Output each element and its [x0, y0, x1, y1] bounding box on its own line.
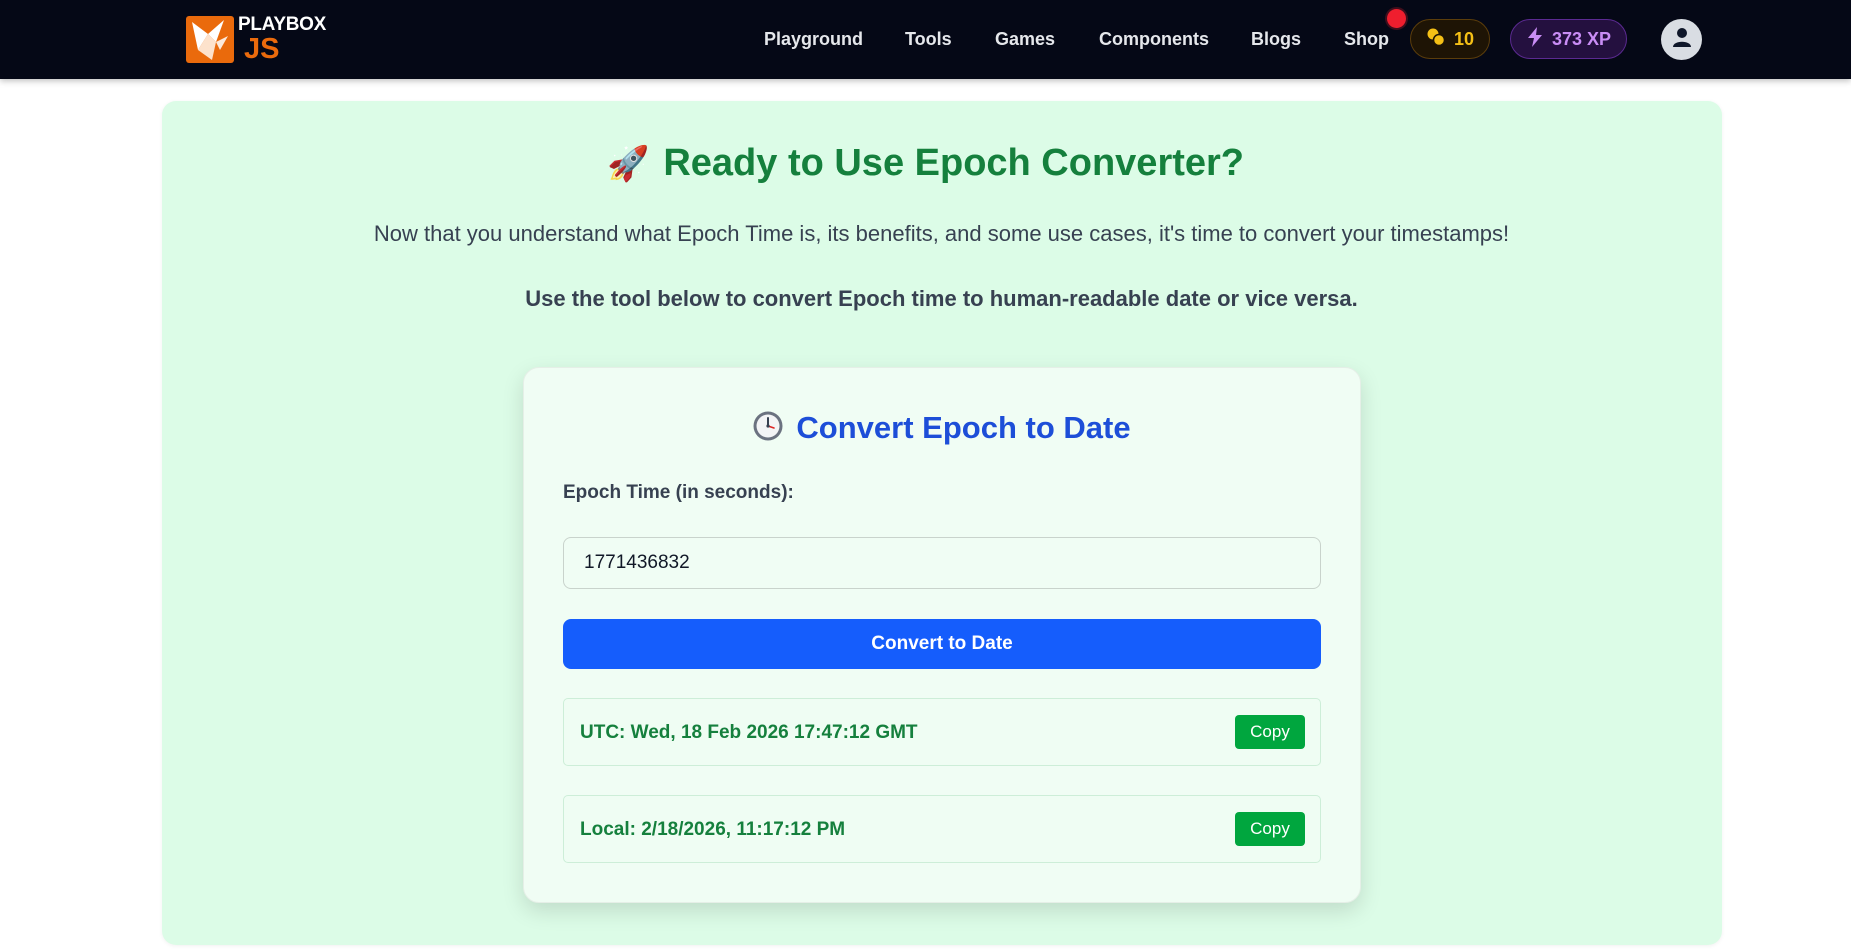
coins-icon	[1426, 27, 1446, 52]
xp-badge[interactable]: 373 XP	[1510, 19, 1627, 59]
copy-utc-button[interactable]: Copy	[1235, 715, 1305, 749]
nav-games[interactable]: Games	[995, 29, 1055, 50]
nav-shop[interactable]: Shop	[1344, 29, 1389, 50]
xp-count: 373 XP	[1551, 28, 1612, 49]
shop-notification-dot	[1387, 9, 1406, 28]
nav-tools[interactable]: Tools	[905, 29, 952, 50]
clock-icon	[752, 410, 784, 450]
lightning-bolt-icon	[1526, 26, 1544, 52]
user-icon	[1670, 25, 1694, 54]
coins-count: 10	[1453, 28, 1475, 49]
utc-result-text: UTC: Wed, 18 Feb 2026 17:47:12 GMT	[580, 722, 918, 743]
local-result-row: Local: 2/18/2026, 11:17:12 PM Copy	[563, 795, 1321, 863]
converter-title-text: Convert Epoch to Date	[796, 410, 1131, 445]
coins-badge[interactable]: 10	[1410, 19, 1490, 59]
local-result-text: Local: 2/18/2026, 11:17:12 PM	[580, 819, 846, 840]
nav-playground[interactable]: Playground	[764, 29, 863, 50]
rocket-icon: 🚀	[606, 145, 650, 183]
nav-blogs[interactable]: Blogs	[1251, 29, 1301, 50]
utc-result-row: UTC: Wed, 18 Feb 2026 17:47:12 GMT Copy	[563, 698, 1321, 766]
hero-title-text: Ready to Use Epoch Converter?	[663, 142, 1245, 184]
converter-title: Convert Epoch to Date	[0, 410, 1851, 450]
hero-description: Now that you understand what Epoch Time …	[373, 221, 1510, 246]
nav-components[interactable]: Components	[1099, 29, 1209, 50]
user-avatar-button[interactable]	[1661, 19, 1702, 60]
top-navigation-bar: PLAYBOX JS Playground Tools Games Compon…	[0, 0, 1851, 79]
hero-title: 🚀 Ready to Use Epoch Converter?	[0, 142, 1851, 185]
copy-local-button[interactable]: Copy	[1235, 812, 1305, 846]
epoch-time-input[interactable]	[563, 537, 1321, 589]
epoch-input-label: Epoch Time (in seconds):	[563, 482, 794, 503]
hero-subtitle: Use the tool below to convert Epoch time…	[525, 286, 1358, 311]
convert-to-date-button[interactable]: Convert to Date	[563, 619, 1321, 669]
